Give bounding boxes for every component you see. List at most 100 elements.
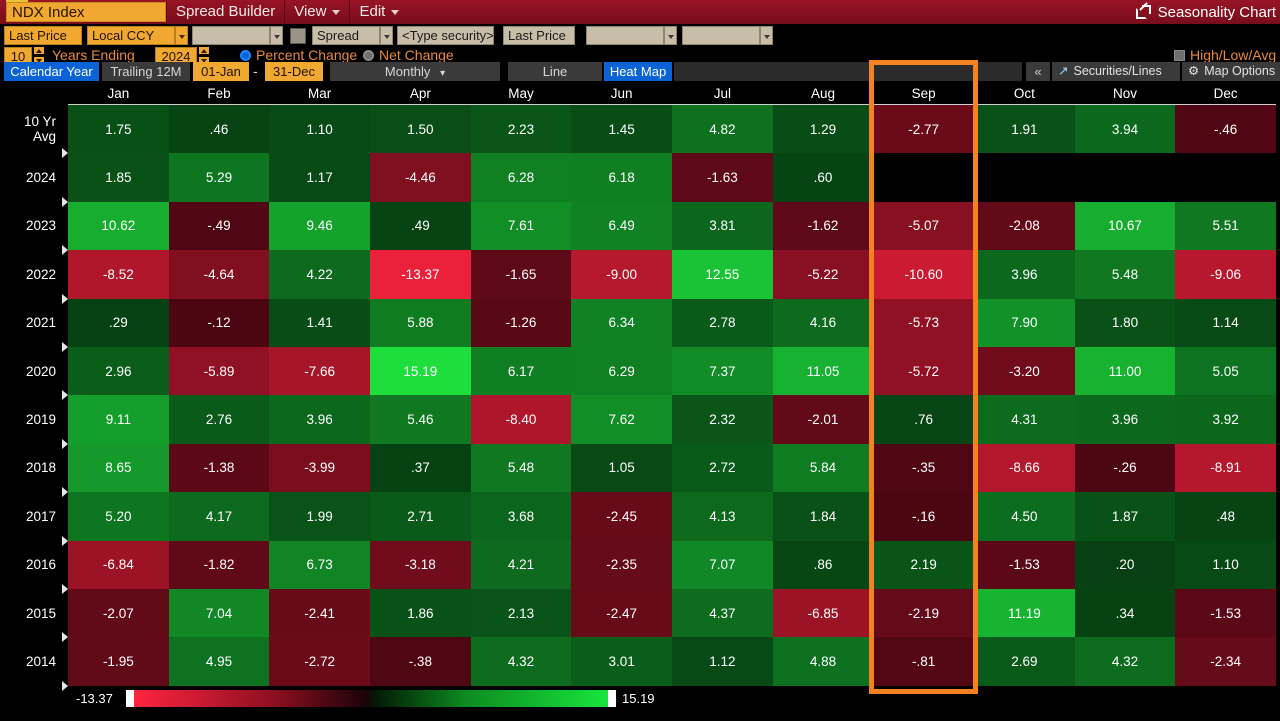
- heatmap-cell[interactable]: 1.84: [773, 492, 874, 540]
- heatmap-cell[interactable]: .48: [1175, 492, 1276, 540]
- heatmap-cell[interactable]: 12.55: [672, 250, 773, 298]
- heatmap-cell[interactable]: 5.05: [1175, 347, 1276, 395]
- heatmap-cell[interactable]: -1.62: [773, 202, 874, 250]
- heatmap-cell[interactable]: -5.22: [773, 250, 874, 298]
- heatmap-cell[interactable]: -8.40: [471, 395, 572, 443]
- heatmap-cell[interactable]: 3.96: [269, 395, 370, 443]
- heatmap-cell[interactable]: -4.46: [370, 153, 471, 201]
- heatmap-cell[interactable]: 7.07: [672, 541, 773, 589]
- blank-field-3-dropdown-button[interactable]: [760, 26, 773, 45]
- heatmap-cell[interactable]: 7.62: [571, 395, 672, 443]
- heatmap-cell[interactable]: 5.48: [1075, 250, 1176, 298]
- securities-lines-button[interactable]: ↗ Securities/Lines: [1052, 62, 1180, 81]
- heatmap-cell[interactable]: .49: [370, 202, 471, 250]
- heatmap-cell[interactable]: 1.80: [1075, 299, 1176, 347]
- window-tab-nub[interactable]: [6, 0, 28, 2]
- heatmap-cell[interactable]: 2.76: [169, 395, 270, 443]
- heatmap-cell[interactable]: 1.91: [974, 105, 1075, 153]
- heatmap-cell[interactable]: 5.51: [1175, 202, 1276, 250]
- heatmap-cell[interactable]: -.26: [1075, 444, 1176, 492]
- tab-heat-map[interactable]: Heat Map: [604, 62, 672, 81]
- net-change-radio[interactable]: [363, 50, 374, 61]
- heatmap-cell[interactable]: -.81: [873, 637, 974, 685]
- heatmap-cell[interactable]: 2.69: [974, 637, 1075, 685]
- heatmap-cell[interactable]: .86: [773, 541, 874, 589]
- heatmap-cell[interactable]: .60: [773, 153, 874, 201]
- heatmap-cell[interactable]: .34: [1075, 589, 1176, 637]
- heatmap-cell[interactable]: 5.20: [68, 492, 169, 540]
- heatmap-cell[interactable]: 1.41: [269, 299, 370, 347]
- heatmap-cell[interactable]: 3.94: [1075, 105, 1176, 153]
- heatmap-cell[interactable]: 1.87: [1075, 492, 1176, 540]
- heatmap-cell[interactable]: 4.21: [471, 541, 572, 589]
- heatmap-cell[interactable]: 6.49: [571, 202, 672, 250]
- tab-trailing-12m[interactable]: Trailing 12M: [102, 62, 190, 81]
- heatmap-cell[interactable]: 4.50: [974, 492, 1075, 540]
- heatmap-cell[interactable]: .20: [1075, 541, 1176, 589]
- heatmap-cell[interactable]: -9.00: [571, 250, 672, 298]
- heatmap-cell[interactable]: -.16: [873, 492, 974, 540]
- heatmap-cell[interactable]: 4.22: [269, 250, 370, 298]
- heatmap-cell[interactable]: 2.71: [370, 492, 471, 540]
- heatmap-cell[interactable]: 2.23: [471, 105, 572, 153]
- heatmap-cell[interactable]: -2.41: [269, 589, 370, 637]
- blank-field-1[interactable]: [192, 26, 270, 45]
- price-type-field[interactable]: Last Price: [4, 26, 82, 45]
- heatmap-cell[interactable]: 1.14: [1175, 299, 1276, 347]
- blank-field-1-dropdown-button[interactable]: [270, 26, 283, 45]
- heatmap-cell[interactable]: 6.28: [471, 153, 572, 201]
- heatmap-cell[interactable]: 15.19: [370, 347, 471, 395]
- currency-field[interactable]: Local CCY: [87, 26, 175, 45]
- start-date-input[interactable]: 01-Jan: [193, 62, 249, 81]
- heatmap-cell[interactable]: -1.26: [471, 299, 572, 347]
- heatmap-cell[interactable]: 11.00: [1075, 347, 1176, 395]
- heatmap-cell[interactable]: -9.06: [1175, 250, 1276, 298]
- heatmap-cell[interactable]: -1.53: [974, 541, 1075, 589]
- heatmap-cell[interactable]: 9.11: [68, 395, 169, 443]
- heatmap-cell[interactable]: -8.52: [68, 250, 169, 298]
- heatmap-cell[interactable]: .29: [68, 299, 169, 347]
- menu-view[interactable]: View: [284, 0, 349, 24]
- heatmap-cell[interactable]: -3.20: [974, 347, 1075, 395]
- high-low-avg-checkbox[interactable]: [1174, 50, 1185, 61]
- heatmap-cell[interactable]: 3.01: [571, 637, 672, 685]
- heatmap-cell[interactable]: 1.50: [370, 105, 471, 153]
- heatmap-cell[interactable]: 4.32: [471, 637, 572, 685]
- heatmap-cell[interactable]: -10.60: [873, 250, 974, 298]
- percent-change-radio[interactable]: [240, 50, 251, 61]
- spread-field[interactable]: Spread: [312, 26, 380, 45]
- heatmap-cell[interactable]: -.35: [873, 444, 974, 492]
- heatmap-cell[interactable]: -6.84: [68, 541, 169, 589]
- frequency-select[interactable]: Monthly ▾: [330, 62, 500, 81]
- heatmap-cell[interactable]: -3.18: [370, 541, 471, 589]
- heatmap-cell[interactable]: 1.75: [68, 105, 169, 153]
- heatmap-cell[interactable]: 6.18: [571, 153, 672, 201]
- heatmap-cell[interactable]: -2.47: [571, 589, 672, 637]
- heatmap-cell[interactable]: -2.45: [571, 492, 672, 540]
- heatmap-cell[interactable]: 1.10: [1175, 541, 1276, 589]
- blank-field-2[interactable]: [586, 26, 664, 45]
- heatmap-cell[interactable]: 4.37: [672, 589, 773, 637]
- heatmap-cell[interactable]: -.49: [169, 202, 270, 250]
- heatmap-cell[interactable]: -8.66: [974, 444, 1075, 492]
- heatmap-cell[interactable]: 1.29: [773, 105, 874, 153]
- collapse-panel-button[interactable]: «: [1026, 62, 1050, 81]
- heatmap-cell[interactable]: 1.12: [672, 637, 773, 685]
- heatmap-cell[interactable]: [1075, 153, 1176, 201]
- heatmap-cell[interactable]: 9.46: [269, 202, 370, 250]
- heatmap-cell[interactable]: -8.91: [1175, 444, 1276, 492]
- heatmap-cell[interactable]: 10.67: [1075, 202, 1176, 250]
- heatmap-cell[interactable]: -2.19: [873, 589, 974, 637]
- heatmap-cell[interactable]: [1175, 153, 1276, 201]
- heatmap-cell[interactable]: 1.86: [370, 589, 471, 637]
- heatmap-cell[interactable]: 1.17: [269, 153, 370, 201]
- heatmap-cell[interactable]: -3.99: [269, 444, 370, 492]
- heatmap-cell[interactable]: -2.01: [773, 395, 874, 443]
- heatmap-cell[interactable]: -2.72: [269, 637, 370, 685]
- heatmap-cell[interactable]: -13.37: [370, 250, 471, 298]
- second-price-type-field[interactable]: Last Price: [503, 26, 575, 45]
- tab-calendar-year[interactable]: Calendar Year: [4, 62, 99, 81]
- menu-edit[interactable]: Edit: [349, 0, 408, 24]
- heatmap-cell[interactable]: 4.88: [773, 637, 874, 685]
- heatmap-cell[interactable]: 4.95: [169, 637, 270, 685]
